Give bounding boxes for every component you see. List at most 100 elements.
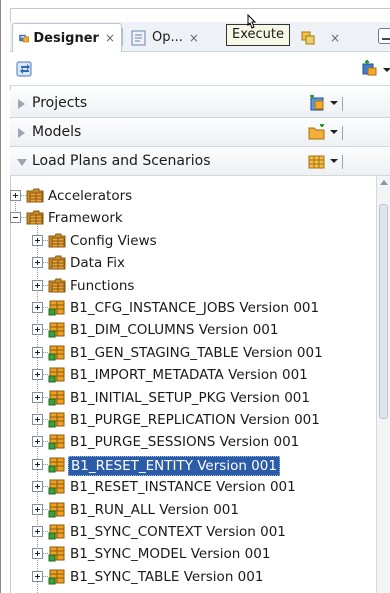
execute-tooltip: Execute xyxy=(226,24,290,46)
expand-node-icon[interactable] xyxy=(32,324,43,336)
tree-node-label: B1_DIM_COLUMNS Version 001 xyxy=(70,322,279,339)
tree-node-label: B1_PURGE_SESSIONS Version 001 xyxy=(70,434,300,451)
tree-node-label: B1_PURGE_REPLICATION Version 001 xyxy=(70,412,320,428)
selected-node-label: B1_RESET_ENTITY Version 001 xyxy=(68,455,280,476)
folder-icon xyxy=(48,278,66,293)
expand-node-icon[interactable] xyxy=(32,526,43,537)
expand-node-icon[interactable] xyxy=(32,234,43,246)
tree-node-label: Framework xyxy=(48,210,123,227)
tree-node[interactable]: B1_PURGE_SESSIONS Version 001 xyxy=(10,431,378,453)
scenario-icon xyxy=(48,569,65,585)
expand-node-icon[interactable] xyxy=(10,190,21,201)
tree-node[interactable]: B1_DIM_COLUMNS Version 001 xyxy=(10,319,378,341)
tree-node[interactable]: Functions xyxy=(10,275,378,297)
tab-label: Op... xyxy=(152,30,183,45)
folder-icon xyxy=(26,188,44,203)
scenario-icon xyxy=(48,345,65,361)
connect-repository-icon[interactable] xyxy=(16,60,34,78)
toolbar-dropdown-caret-icon[interactable] xyxy=(383,68,390,72)
scenario-icon xyxy=(48,457,65,473)
tree-node[interactable]: B1_INITIAL_SETUP_PKG Version 001 xyxy=(10,387,378,409)
section-label: Load Plans and Scenarios xyxy=(32,153,211,169)
tree-node-label: Accelerators xyxy=(48,188,133,204)
tree-node[interactable]: B1_PURGE_REPLICATION Version 001 xyxy=(10,409,378,431)
tree-node[interactable]: B1_RESET_INSTANCE Version 001 xyxy=(10,476,378,498)
expand-node-icon[interactable] xyxy=(32,548,43,560)
expand-node-icon[interactable] xyxy=(32,369,43,381)
tree-node[interactable]: B1_SYNC_MODEL Version 001 xyxy=(10,543,378,565)
expand-node-icon[interactable] xyxy=(32,436,43,448)
section-label: Models xyxy=(32,124,82,140)
tree-node[interactable]: Config Views xyxy=(10,230,378,252)
tree-node-label: B1_RESET_INSTANCE Version 001 xyxy=(70,479,296,496)
expand-node-icon[interactable] xyxy=(32,503,43,515)
tree-node-label: B1_IMPORT_METADATA Version 001 xyxy=(70,367,308,384)
expand-node-icon[interactable] xyxy=(32,414,43,425)
tree-scrollbar[interactable] xyxy=(376,176,390,593)
scroll-up-arrow-icon[interactable] xyxy=(380,180,388,185)
navigator-toolbar xyxy=(10,52,390,86)
tree-node[interactable]: B1_SYNC_CONTEXT Version 001 xyxy=(10,521,378,543)
scenario-icon xyxy=(48,434,65,450)
scenario-icon xyxy=(48,412,65,428)
tree-node[interactable]: B1_RESET_ENTITY Version 001 xyxy=(10,454,378,476)
collapsed-triangle-icon xyxy=(18,99,25,109)
expand-node-icon[interactable] xyxy=(32,458,43,470)
scenario-icon xyxy=(48,390,65,406)
new-load-plan-icon[interactable] xyxy=(308,153,326,169)
expand-node-icon[interactable] xyxy=(32,570,43,582)
add-toolbar-icon[interactable] xyxy=(361,60,381,78)
collapse-node-icon[interactable] xyxy=(10,212,21,224)
scenario-icon xyxy=(48,502,65,518)
expand-node-icon[interactable] xyxy=(32,481,43,493)
scenario-icon xyxy=(48,546,65,562)
close-tab-icon[interactable]: × xyxy=(189,31,199,45)
minimize-button[interactable] xyxy=(378,28,390,44)
tab-label: Designer xyxy=(33,30,99,46)
dropdown-caret-icon[interactable] xyxy=(330,130,338,134)
tree-node-label: B1_SYNC_MODEL Version 001 xyxy=(70,546,271,563)
close-tab-icon[interactable]: × xyxy=(105,31,115,45)
section-label: Projects xyxy=(32,95,88,111)
tree-node[interactable]: Accelerators xyxy=(10,185,378,207)
tree-node-label: Config Views xyxy=(70,232,157,249)
scenario-icon xyxy=(48,322,65,338)
tree-node-label: B1_RUN_ALL Version 001 xyxy=(70,501,239,518)
expand-node-icon[interactable] xyxy=(32,257,43,269)
scenario-icon xyxy=(48,367,65,383)
new-project-icon[interactable] xyxy=(308,95,326,111)
dropdown-caret-icon[interactable] xyxy=(330,101,338,105)
expand-node-icon[interactable] xyxy=(32,302,43,313)
tree-node[interactable]: B1_RUN_ALL Version 001 xyxy=(10,499,378,521)
tree-node-label: B1_INITIAL_SETUP_PKG Version 001 xyxy=(70,389,310,406)
tree-node-label: B1_SYNC_CONTEXT Version 001 xyxy=(70,524,286,540)
tree-node[interactable]: Data Fix xyxy=(10,252,378,274)
tree-node[interactable]: B1_CFG_INSTANCE_JOBS Version 001 xyxy=(10,297,378,319)
tree-node[interactable]: B1_IMPORT_METADATA Version 001 xyxy=(10,364,378,386)
expand-node-icon[interactable] xyxy=(32,391,43,403)
tree-node[interactable]: B1_SYNC_TABLE Version 001 xyxy=(10,566,378,588)
operator-navigator-icon xyxy=(131,30,146,45)
tree-node[interactable]: Framework xyxy=(10,207,378,229)
section-projects[interactable]: Projects xyxy=(10,90,390,118)
tree-node-label: Data Fix xyxy=(70,255,126,272)
tab-designer[interactable]: Designer × xyxy=(12,23,122,52)
tab-operator[interactable]: Op... × xyxy=(124,23,236,52)
tab-separator xyxy=(122,28,123,46)
topology-navigator-icon xyxy=(301,31,315,44)
section-models[interactable]: Models xyxy=(10,119,390,147)
designer-navigator-icon xyxy=(19,34,30,43)
scrollbar-thumb[interactable] xyxy=(379,204,388,419)
dropdown-caret-icon[interactable] xyxy=(330,159,338,163)
close-tab-icon[interactable]: × xyxy=(330,31,340,45)
expanded-triangle-icon xyxy=(17,159,27,166)
tree-node-label: B1_GEN_STAGING_TABLE Version 001 xyxy=(70,344,323,361)
tree-node[interactable]: B1_GEN_STAGING_TABLE Version 001 xyxy=(10,342,378,364)
expand-node-icon[interactable] xyxy=(32,279,43,291)
expand-node-icon[interactable] xyxy=(32,346,43,358)
section-load-plans-and-scenarios[interactable]: Load Plans and Scenarios xyxy=(10,148,390,176)
section-separator xyxy=(342,155,343,169)
load-plans-tree: Accelerators Framework Config Views Data Fi… xyxy=(10,176,378,593)
new-model-folder-icon[interactable] xyxy=(308,124,326,140)
section-separator xyxy=(342,126,343,140)
